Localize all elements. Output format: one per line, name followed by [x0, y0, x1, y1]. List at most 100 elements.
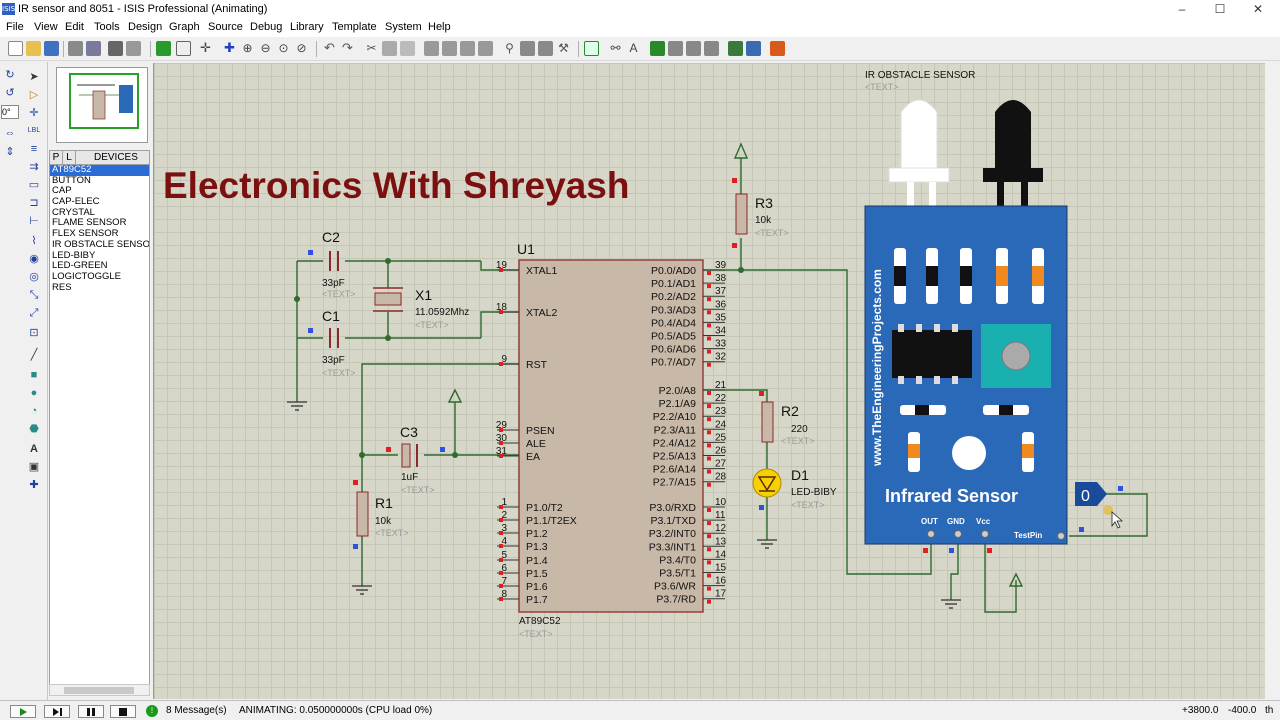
- overview-window[interactable]: [56, 67, 148, 143]
- microcontroller-u1[interactable]: U1 AT89C52 <TEXT> 19 XTAL118 XTAL29 RST29 PS…: [496, 241, 727, 639]
- ir-obstacle-sensor[interactable]: IR OBSTACLE SENSOR <TEXT> www.TheEnginee…: [864, 70, 1068, 545]
- menu-edit[interactable]: Edit: [65, 21, 84, 33]
- menu-debug[interactable]: Debug: [250, 21, 282, 33]
- search-icon[interactable]: ⚯: [608, 41, 623, 56]
- selection-mode-icon[interactable]: ➤: [27, 70, 41, 84]
- rotation-angle-field[interactable]: 0°: [1, 105, 19, 119]
- voltage-probe-icon[interactable]: ⤡: [27, 288, 41, 302]
- copy-icon[interactable]: [382, 41, 397, 56]
- logic-toggle-body[interactable]: [1075, 482, 1107, 506]
- led-d1[interactable]: D1 LED-BIBY <TEXT>: [752, 467, 837, 510]
- undo-icon[interactable]: ↶: [322, 41, 337, 56]
- packaging-tool-icon[interactable]: [538, 41, 553, 56]
- menu-design[interactable]: Design: [128, 21, 162, 33]
- stop-button[interactable]: [110, 705, 136, 718]
- refresh-icon[interactable]: [156, 41, 171, 56]
- device-pins-icon[interactable]: ⊢: [27, 214, 41, 228]
- new-file-icon[interactable]: [8, 41, 23, 56]
- zoom-area-icon[interactable]: ⊘: [294, 41, 309, 56]
- print-area-icon[interactable]: [126, 41, 141, 56]
- subcircuit-icon[interactable]: ▭: [27, 178, 41, 192]
- remove-sheet-icon[interactable]: [686, 41, 701, 56]
- block-rotate-icon[interactable]: [460, 41, 475, 56]
- make-device-icon[interactable]: [520, 41, 535, 56]
- zoom-in-icon[interactable]: ⊕: [240, 41, 255, 56]
- redo-icon[interactable]: ↷: [340, 41, 355, 56]
- block-move-icon[interactable]: [442, 41, 457, 56]
- menu-tools[interactable]: Tools: [94, 21, 120, 33]
- bill-of-materials-icon[interactable]: [728, 41, 743, 56]
- overview-viewport[interactable]: [69, 73, 139, 129]
- new-sheet-icon[interactable]: [668, 41, 683, 56]
- pan-icon[interactable]: ✚: [222, 41, 237, 56]
- resistor-r2[interactable]: R2 220 <TEXT>: [761, 401, 815, 446]
- pause-button[interactable]: [78, 705, 104, 718]
- zoom-out-icon[interactable]: ⊖: [258, 41, 273, 56]
- rotate-clockwise-icon[interactable]: ↻: [3, 68, 17, 82]
- device-item[interactable]: LED-BIBY: [50, 251, 149, 262]
- symbol-tool-icon[interactable]: ▣: [27, 460, 41, 474]
- menu-view[interactable]: View: [34, 21, 58, 33]
- component-mode-icon[interactable]: ▷: [27, 88, 41, 102]
- schematic-canvas[interactable]: Electronics With Shreyash C2 33pF <TEXT>…: [153, 63, 1265, 699]
- wire-label-icon[interactable]: LBL: [27, 124, 41, 138]
- device-item[interactable]: CAP-ELEC: [50, 197, 149, 208]
- resistor-r1[interactable]: R1 10k <TEXT>: [356, 491, 409, 538]
- device-item[interactable]: FLEX SENSOR: [50, 229, 149, 240]
- device-item[interactable]: AT89C52: [50, 165, 149, 176]
- message-status-icon[interactable]: !: [146, 705, 158, 717]
- sensor-testpin[interactable]: [1057, 532, 1065, 540]
- virtual-instruments-icon[interactable]: ⊡: [27, 326, 41, 340]
- device-panel-scrollbar[interactable]: [49, 684, 150, 696]
- canvas-vertical-scrollbar[interactable]: [1266, 63, 1280, 699]
- open-folder-icon[interactable]: [26, 41, 41, 56]
- menu-help[interactable]: Help: [428, 21, 451, 33]
- marker-tool-icon[interactable]: ✚: [27, 478, 41, 492]
- cut-icon[interactable]: ✂: [364, 41, 379, 56]
- zoom-all-icon[interactable]: ⊙: [276, 41, 291, 56]
- rotate-anticlockwise-icon[interactable]: ↺: [3, 86, 17, 100]
- logic-toggle-handle[interactable]: [1103, 505, 1113, 515]
- grid-icon[interactable]: [176, 41, 191, 56]
- device-item[interactable]: CAP: [50, 186, 149, 197]
- device-item[interactable]: RES: [50, 283, 149, 294]
- graph-mode-icon[interactable]: ⌇: [27, 234, 41, 248]
- device-item[interactable]: IR OBSTACLE SENSOR: [50, 240, 149, 251]
- line-tool-icon[interactable]: ╱: [27, 348, 41, 362]
- menu-graph[interactable]: Graph: [169, 21, 200, 33]
- save-icon[interactable]: [44, 41, 59, 56]
- block-copy-icon[interactable]: [424, 41, 439, 56]
- pick-device-icon[interactable]: ⚲: [502, 41, 517, 56]
- capacitor-c3[interactable]: C3 1uF <TEXT>: [400, 424, 435, 495]
- box-tool-icon[interactable]: ■: [27, 368, 41, 382]
- mirror-x-icon[interactable]: ⇔: [3, 126, 17, 140]
- pick-devices-button[interactable]: P: [50, 151, 63, 164]
- step-button[interactable]: [44, 705, 70, 718]
- block-delete-icon[interactable]: [478, 41, 493, 56]
- device-item[interactable]: CRYSTAL: [50, 208, 149, 219]
- sensor-pin-out[interactable]: [927, 530, 935, 538]
- property-assign-icon[interactable]: A: [626, 41, 641, 56]
- message-count[interactable]: 8 Message(s): [166, 705, 227, 716]
- design-explorer-icon[interactable]: [650, 41, 665, 56]
- play-button[interactable]: [10, 705, 36, 718]
- current-probe-icon[interactable]: ⤢: [27, 306, 41, 320]
- electrical-rule-check-icon[interactable]: [746, 41, 761, 56]
- origin-icon[interactable]: ✛: [198, 41, 213, 56]
- exit-to-parent-icon[interactable]: [704, 41, 719, 56]
- circle-tool-icon[interactable]: ●: [27, 386, 41, 400]
- netlist-to-ares-icon[interactable]: [770, 41, 785, 56]
- text-tool-icon[interactable]: A: [27, 442, 41, 456]
- print-icon[interactable]: [108, 41, 123, 56]
- generator-icon[interactable]: ◎: [27, 270, 41, 284]
- menu-file[interactable]: File: [6, 21, 24, 33]
- arc-tool-icon[interactable]: ◔: [27, 404, 41, 418]
- capacitor-c1[interactable]: C1 33pF <TEXT>: [322, 308, 356, 378]
- menu-source[interactable]: Source: [208, 21, 243, 33]
- device-item[interactable]: LOGICTOGGLE: [50, 272, 149, 283]
- wire-autorouter-icon[interactable]: [584, 41, 599, 56]
- import-icon[interactable]: [68, 41, 83, 56]
- scrollbar-thumb[interactable]: [64, 687, 134, 694]
- tape-recorder-icon[interactable]: ◉: [27, 252, 41, 266]
- menu-system[interactable]: System: [385, 21, 422, 33]
